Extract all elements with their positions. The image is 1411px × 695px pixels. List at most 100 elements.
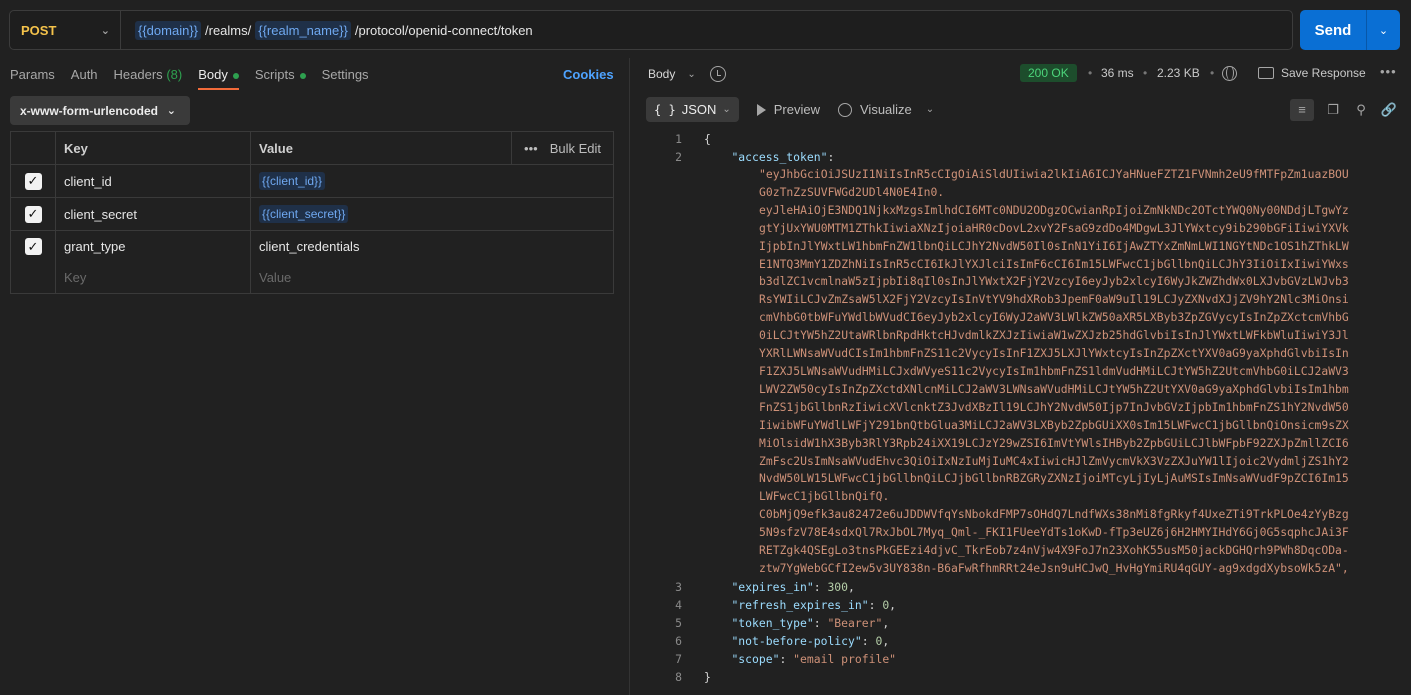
token-line: FnZS1jbGllbnRzIiwicXVlcnktZ3JvdXBzIl19LC… <box>759 399 1379 417</box>
tab-label: Scripts <box>255 67 295 82</box>
response-size: 2.23 KB <box>1157 66 1200 80</box>
history-icon[interactable] <box>710 66 726 82</box>
table-row-empty: Key Value <box>11 262 613 293</box>
token-line: LWFwcC1jbGllbnQifQ. <box>759 488 1379 506</box>
search-icon[interactable]: ⚲ <box>1352 101 1370 119</box>
preview-label: Preview <box>774 102 820 117</box>
body-params-table: Key Value ••• Bulk Edit ✓ client_id{{clie… <box>10 131 614 294</box>
request-tabs: Params Auth Headers (8) Body Scripts Settings <box>10 64 612 90</box>
separator-dot: • <box>1088 66 1092 80</box>
tab-label: Settings <box>322 67 369 82</box>
param-key[interactable]: grant_type <box>56 231 251 262</box>
tab-headers[interactable]: Headers (8) <box>114 64 183 90</box>
response-time: 36 ms <box>1101 66 1134 80</box>
wrap-lines-icon[interactable]: ≡ <box>1290 99 1314 121</box>
url-input[interactable]: {{domain}}/realms/{{realm_name}}/protoco… <box>121 21 533 40</box>
json-value: "email profile" <box>793 652 896 666</box>
visualize-button[interactable]: Visualize ⌄ <box>838 102 934 117</box>
send-button[interactable]: Send <box>1300 10 1366 50</box>
param-value-cell[interactable]: {{client_secret}} <box>251 198 613 230</box>
token-line: b3dlZC1vcmlnaW5zIjpbIi8qIl0sInJlYWxtX2Fj… <box>759 273 1379 291</box>
chevron-down-icon: ⌄ <box>167 104 176 117</box>
tab-label: Params <box>10 67 55 82</box>
response-body-tab[interactable]: Body <box>648 67 675 81</box>
row-checkbox[interactable]: ✓ <box>25 206 42 223</box>
braces-icon: { } <box>654 103 676 117</box>
token-line: eyJleHAiOjE3NDQ1NjkxMzgsImlhdCI6MTc0NDU2… <box>759 202 1379 220</box>
more-options-icon[interactable]: ••• <box>1380 64 1397 79</box>
tab-label: Body <box>198 67 228 82</box>
chevron-down-icon: ⌄ <box>101 24 110 37</box>
format-select[interactable]: { } JSON ⌄ <box>646 97 739 122</box>
json-key: "access_token" <box>731 150 827 164</box>
globe-icon[interactable] <box>1222 66 1237 81</box>
tab-label: Headers <box>114 67 163 82</box>
status-dot <box>233 73 239 79</box>
body-type-select[interactable]: x-www-form-urlencoded ⌄ <box>10 96 190 125</box>
url-variable: {{domain}} <box>135 21 201 40</box>
key-header: Key <box>56 132 251 164</box>
url-path: /protocol/openid-connect/token <box>355 23 533 38</box>
format-label: JSON <box>682 102 717 117</box>
param-value-cell[interactable]: {{client_id}} <box>251 165 613 197</box>
save-response-label: Save Response <box>1281 66 1366 80</box>
table-header: Key Value ••• Bulk Edit <box>11 132 613 165</box>
code-line: 7 "scope": "email profile" <box>646 650 1386 668</box>
tab-label: Auth <box>71 67 98 82</box>
token-line: ztw7YgWebGCfI2ew5v3UY838n-B6aFwRfhmRRt24… <box>759 560 1379 578</box>
url-path: /realms/ <box>205 23 251 38</box>
tab-scripts[interactable]: Scripts <box>255 64 306 90</box>
json-key: "expires_in" <box>731 580 813 594</box>
send-button-group: Send ⌄ <box>1300 10 1400 50</box>
json-key: "token_type" <box>731 616 813 630</box>
token-line: gtYjUxYWU0MTM1ZThkIiwiaXNzIjoiaHR0cDovL2… <box>759 220 1379 238</box>
param-value-cell[interactable]: client_credentials <box>251 231 613 262</box>
method-select[interactable]: POST ⌄ <box>10 11 121 49</box>
tab-params[interactable]: Params <box>10 64 55 90</box>
preview-button[interactable]: Preview <box>757 102 820 117</box>
token-line: E1NTQ3MmY1ZDZhNiIsInR5cCI6IkJlYXJlciIsIm… <box>759 256 1379 274</box>
token-line: IiwibWFuYWdlLWFjY291bnQtbGlua3MiLCJ2aWV3… <box>759 417 1379 435</box>
code-line: 4 "refresh_expires_in": 0, <box>646 596 1386 614</box>
row-checkbox[interactable]: ✓ <box>25 173 42 190</box>
tab-settings[interactable]: Settings <box>322 64 369 90</box>
token-line: cmVhbG0tbWFuYWdlbWVudCI6eyJyb2xlcyI6WyJ2… <box>759 309 1379 327</box>
row-checkbox[interactable]: ✓ <box>25 238 42 255</box>
tab-body[interactable]: Body <box>198 64 239 90</box>
play-icon <box>757 104 766 116</box>
json-key: "not-before-policy" <box>731 634 861 648</box>
save-response-button[interactable]: Save Response <box>1258 66 1366 80</box>
send-options-button[interactable]: ⌄ <box>1366 10 1400 50</box>
value-header: Value <box>259 141 293 156</box>
cookies-link[interactable]: Cookies <box>563 67 614 82</box>
visualize-label: Visualize <box>860 102 912 117</box>
status-dot <box>300 73 306 79</box>
param-key[interactable]: client_secret <box>56 198 251 230</box>
response-body-code[interactable]: 1 { 2 "access_token": "eyJhbGciOiJSUzI1N… <box>646 130 1386 686</box>
token-line: C0bMjQ9efk3au82472e6uJDDWVfqYsNbokdFMP7s… <box>759 506 1379 524</box>
chevron-down-icon[interactable]: ⌄ <box>926 104 934 115</box>
new-key-input[interactable]: Key <box>56 262 251 293</box>
method-label: POST <box>21 23 56 38</box>
table-row: ✓ client_id{{client_id}} <box>11 165 613 198</box>
token-line: LWV2ZW50cyIsInZpZXctdXNlcnMiLCJ2aWV3LWNs… <box>759 381 1379 399</box>
new-value-input[interactable]: Value <box>251 262 613 293</box>
json-key: "scope" <box>731 652 779 666</box>
table-row: ✓ grant_typeclient_credentials <box>11 231 613 262</box>
more-options-icon[interactable]: ••• <box>511 132 550 165</box>
code-line: 3 "expires_in": 300, <box>646 578 1386 596</box>
token-line: F1ZXJ5LWNsaWVudHMiLCJxdWVyeS11c2VycyIsIm… <box>759 363 1379 381</box>
json-value: 300 <box>827 580 848 594</box>
visualize-icon <box>838 103 852 117</box>
link-icon[interactable]: 🔗 <box>1380 101 1398 119</box>
copy-icon[interactable]: ❐ <box>1324 101 1342 119</box>
tab-auth[interactable]: Auth <box>71 64 98 90</box>
bulk-edit-button[interactable]: Bulk Edit <box>550 141 613 156</box>
tab-count: (8) <box>166 67 182 82</box>
token-line: NvdW50LW15LWFwcC1jbGllbnQiLCJjbGllbnRBZG… <box>759 470 1379 488</box>
chevron-down-icon[interactable]: ⌄ <box>687 69 695 80</box>
pane-divider[interactable] <box>629 58 630 695</box>
save-icon <box>1258 67 1274 79</box>
token-line: "eyJhbGciOiJSUzI1NiIsInR5cCIgOiAiSldUIiw… <box>759 166 1379 184</box>
param-key[interactable]: client_id <box>56 165 251 197</box>
